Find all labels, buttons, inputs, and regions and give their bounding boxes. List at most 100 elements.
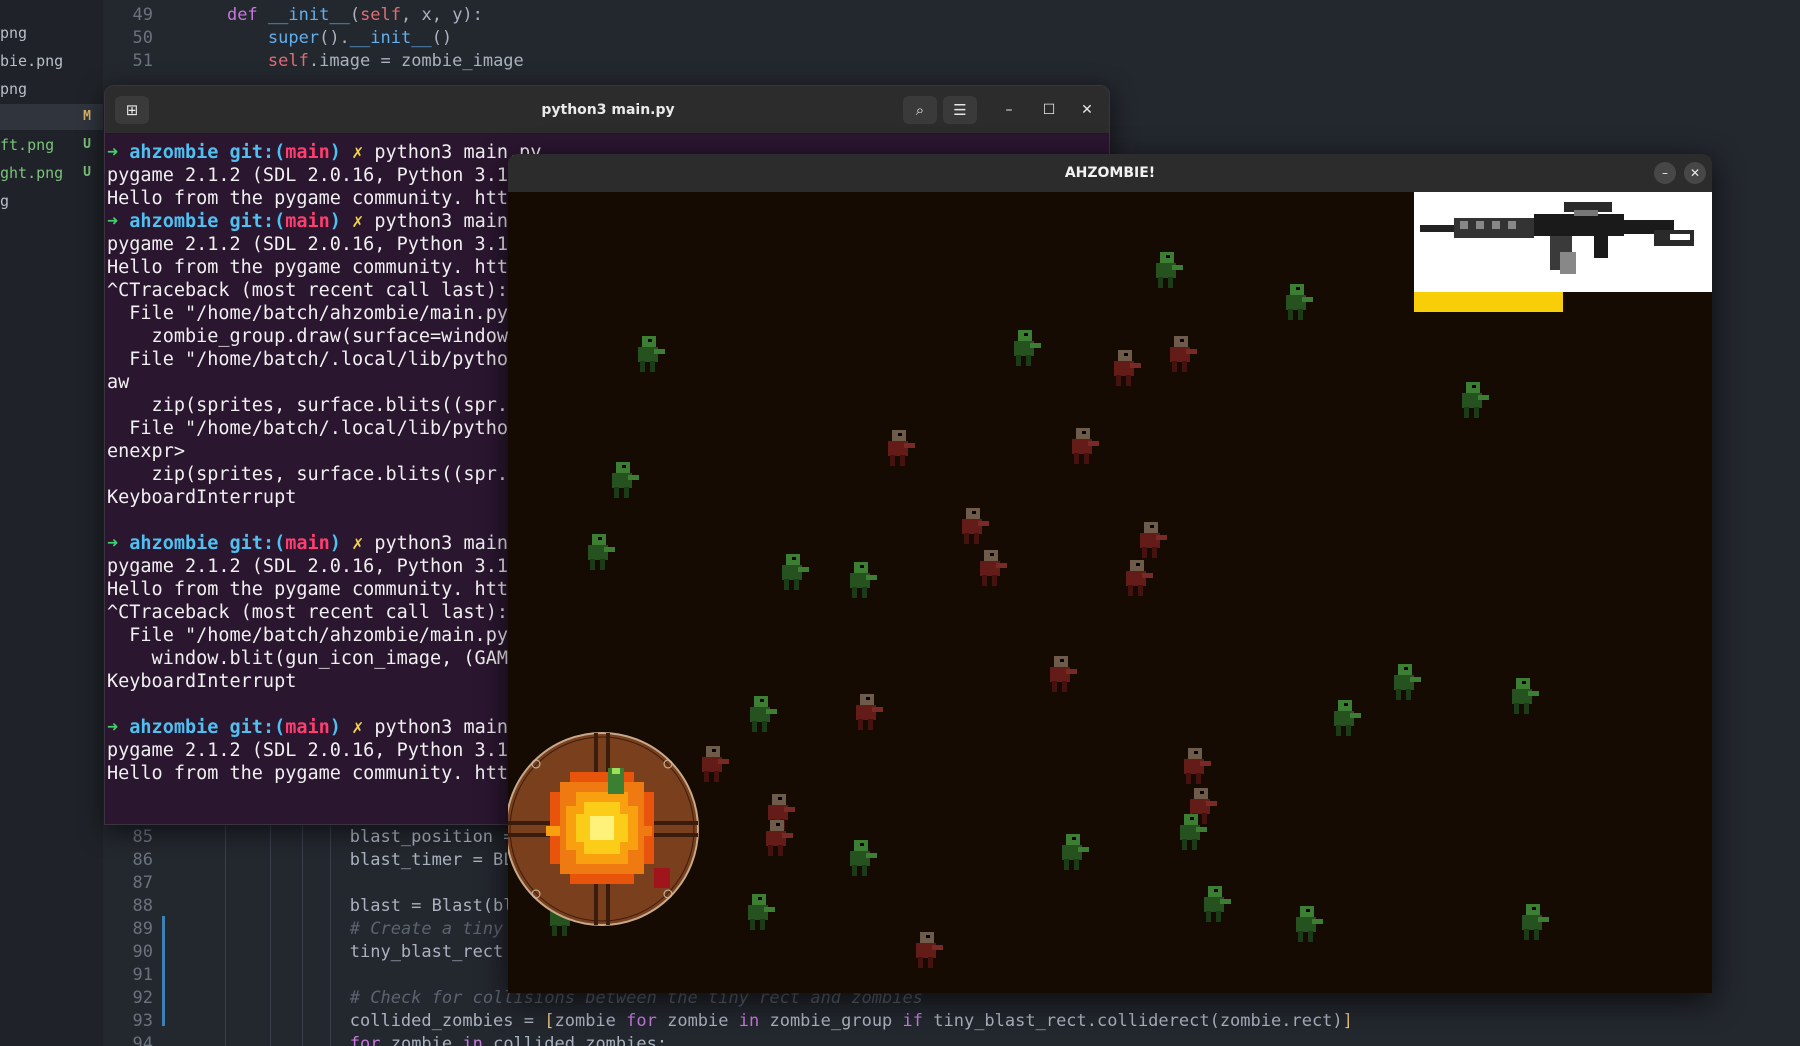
zombie-part xyxy=(768,845,773,856)
zombie-green-sprite[interactable] xyxy=(1172,812,1208,852)
minimize-icon[interactable]: – xyxy=(1654,162,1676,184)
zombie-part xyxy=(860,843,864,846)
zombie-part xyxy=(1152,547,1157,558)
line-number: 88 xyxy=(132,896,153,916)
zombie-part xyxy=(762,721,767,732)
zombie-green-sprite[interactable] xyxy=(742,694,778,734)
zombie-green-sprite[interactable] xyxy=(842,838,878,878)
maximize-icon[interactable]: ☐ xyxy=(1035,96,1063,124)
zombie-green-sprite[interactable] xyxy=(1326,698,1362,738)
zombie-green-sprite[interactable] xyxy=(1514,902,1550,942)
zombie-red-sprite[interactable] xyxy=(1132,520,1168,560)
rifle-icon xyxy=(1420,202,1694,274)
code-line[interactable]: def __init__(self, x, y): xyxy=(186,4,483,27)
explorer-file-item[interactable]: ft.png U xyxy=(0,132,103,158)
zombie-part xyxy=(1522,681,1526,684)
line-number: 93 xyxy=(132,1011,153,1031)
zombie-green-sprite[interactable] xyxy=(842,560,878,600)
code-line[interactable]: blast_timer = BL xyxy=(186,849,514,872)
line-number: 87 xyxy=(132,873,153,893)
minimize-icon[interactable]: – xyxy=(995,96,1023,124)
terminal-prompt-line: ➜ ahzombie git:(main) ✗ python3 main.py xyxy=(107,210,541,233)
terminal-output-line: pygame 2.1.2 (SDL 2.0.16, Python 3.10 xyxy=(107,556,520,577)
terminal-output-line: Hello from the pygame community. http xyxy=(107,763,520,784)
explorer-file-item[interactable]: M xyxy=(0,104,103,130)
code-line[interactable]: collided_zombies = [zombie for zombie in… xyxy=(186,1010,1353,1033)
zombie-part xyxy=(654,349,665,354)
zombie-green-sprite[interactable] xyxy=(1288,904,1324,944)
zombie-red-sprite[interactable] xyxy=(880,428,916,468)
zombie-part xyxy=(1200,791,1204,794)
zombie-part xyxy=(972,511,976,514)
close-icon[interactable]: ✕ xyxy=(1684,162,1706,184)
zombie-red-sprite[interactable] xyxy=(1176,746,1212,786)
zombie-red-sprite[interactable] xyxy=(954,506,990,546)
indent-guide xyxy=(330,820,331,1046)
zombie-red-sprite[interactable] xyxy=(908,930,944,970)
zombie-part xyxy=(992,575,997,586)
explorer-file-item[interactable]: g xyxy=(0,188,103,214)
code-line[interactable]: self.image = zombie_image xyxy=(186,50,524,73)
zombie-part xyxy=(872,707,883,712)
zombie-green-sprite[interactable] xyxy=(630,334,666,374)
zombie-green-sprite[interactable] xyxy=(1148,250,1184,290)
explorer-file-item[interactable]: png xyxy=(0,76,103,102)
explorer-file-item[interactable]: png xyxy=(0,20,103,46)
zombie-green-sprite[interactable] xyxy=(580,532,616,572)
terminal-output-line: window.blit(gun_icon_image, (GAME xyxy=(107,648,520,669)
terminal-header: ⊞ python3 main.py ⌕ ☰ – ☐ ✕ xyxy=(105,86,1109,134)
zombie-red-sprite[interactable] xyxy=(1042,654,1078,694)
zombie-green-sprite[interactable] xyxy=(1006,328,1042,368)
zombie-red-sprite[interactable] xyxy=(1162,334,1198,374)
zombie-red-sprite[interactable] xyxy=(758,818,794,858)
prompt-dirty-mark: ✗ xyxy=(352,211,364,232)
search-icon[interactable]: ⌕ xyxy=(903,96,937,124)
menu-icon[interactable]: ☰ xyxy=(943,96,977,124)
zombie-green-sprite[interactable] xyxy=(1386,662,1422,702)
terminal-output-line: File "/home/batch/ahzombie/main.py" xyxy=(107,625,520,646)
code-line[interactable]: blast = Blast(bl xyxy=(186,895,514,918)
zombie-part xyxy=(614,487,619,498)
zombie-part xyxy=(926,935,930,938)
zombie-green-sprite[interactable] xyxy=(740,892,776,932)
prompt-directory: ahzombie xyxy=(129,533,219,554)
line-number: 51 xyxy=(132,51,153,71)
zombie-part xyxy=(766,709,777,714)
code-line[interactable]: # Create a tiny xyxy=(186,918,514,941)
zombie-part xyxy=(1206,801,1217,806)
terminal-output-line: File "/home/batch/.local/lib/python xyxy=(107,349,520,370)
zombie-green-sprite[interactable] xyxy=(1454,380,1490,420)
code-line[interactable]: blast_position = xyxy=(186,826,524,849)
game-window[interactable]: AHZOMBIE! – ✕ xyxy=(508,154,1712,993)
zombie-part xyxy=(760,919,765,930)
zombie-red-sprite[interactable] xyxy=(972,548,1008,588)
explorer-file-item[interactable]: ght.png U xyxy=(0,160,103,186)
zombie-green-sprite[interactable] xyxy=(1504,676,1540,716)
zombie-part xyxy=(792,557,796,560)
zombie-green-sprite[interactable] xyxy=(1054,832,1090,872)
zombie-red-sprite[interactable] xyxy=(1118,558,1154,598)
zombie-green-sprite[interactable] xyxy=(1196,884,1232,924)
zombie-part xyxy=(1514,703,1519,714)
zombie-red-sprite[interactable] xyxy=(848,692,884,732)
close-icon[interactable]: ✕ xyxy=(1073,96,1101,124)
zombie-part xyxy=(640,361,645,372)
zombie-red-sprite[interactable] xyxy=(1106,348,1142,388)
zombie-part xyxy=(852,865,857,876)
code-line[interactable]: tiny_blast_rect xyxy=(186,941,514,964)
indent-guide xyxy=(270,820,271,1046)
game-canvas[interactable] xyxy=(508,192,1712,993)
zombie-part xyxy=(764,907,775,912)
zombie-part xyxy=(1472,385,1476,388)
zombie-part xyxy=(758,897,762,900)
code-line[interactable]: super().__init__() xyxy=(186,27,452,50)
zombie-green-sprite[interactable] xyxy=(1278,282,1314,322)
code-line[interactable]: for zombie in collided_zombies: xyxy=(186,1033,667,1046)
zombie-green-sprite[interactable] xyxy=(774,552,810,592)
explorer-file-item[interactable]: bie.png xyxy=(0,48,103,74)
zombie-part xyxy=(776,823,780,826)
zombie-green-sprite[interactable] xyxy=(604,460,640,500)
zombie-part xyxy=(1538,917,1549,922)
prompt-git-close: ) xyxy=(329,533,341,554)
zombie-red-sprite[interactable] xyxy=(1064,426,1100,466)
